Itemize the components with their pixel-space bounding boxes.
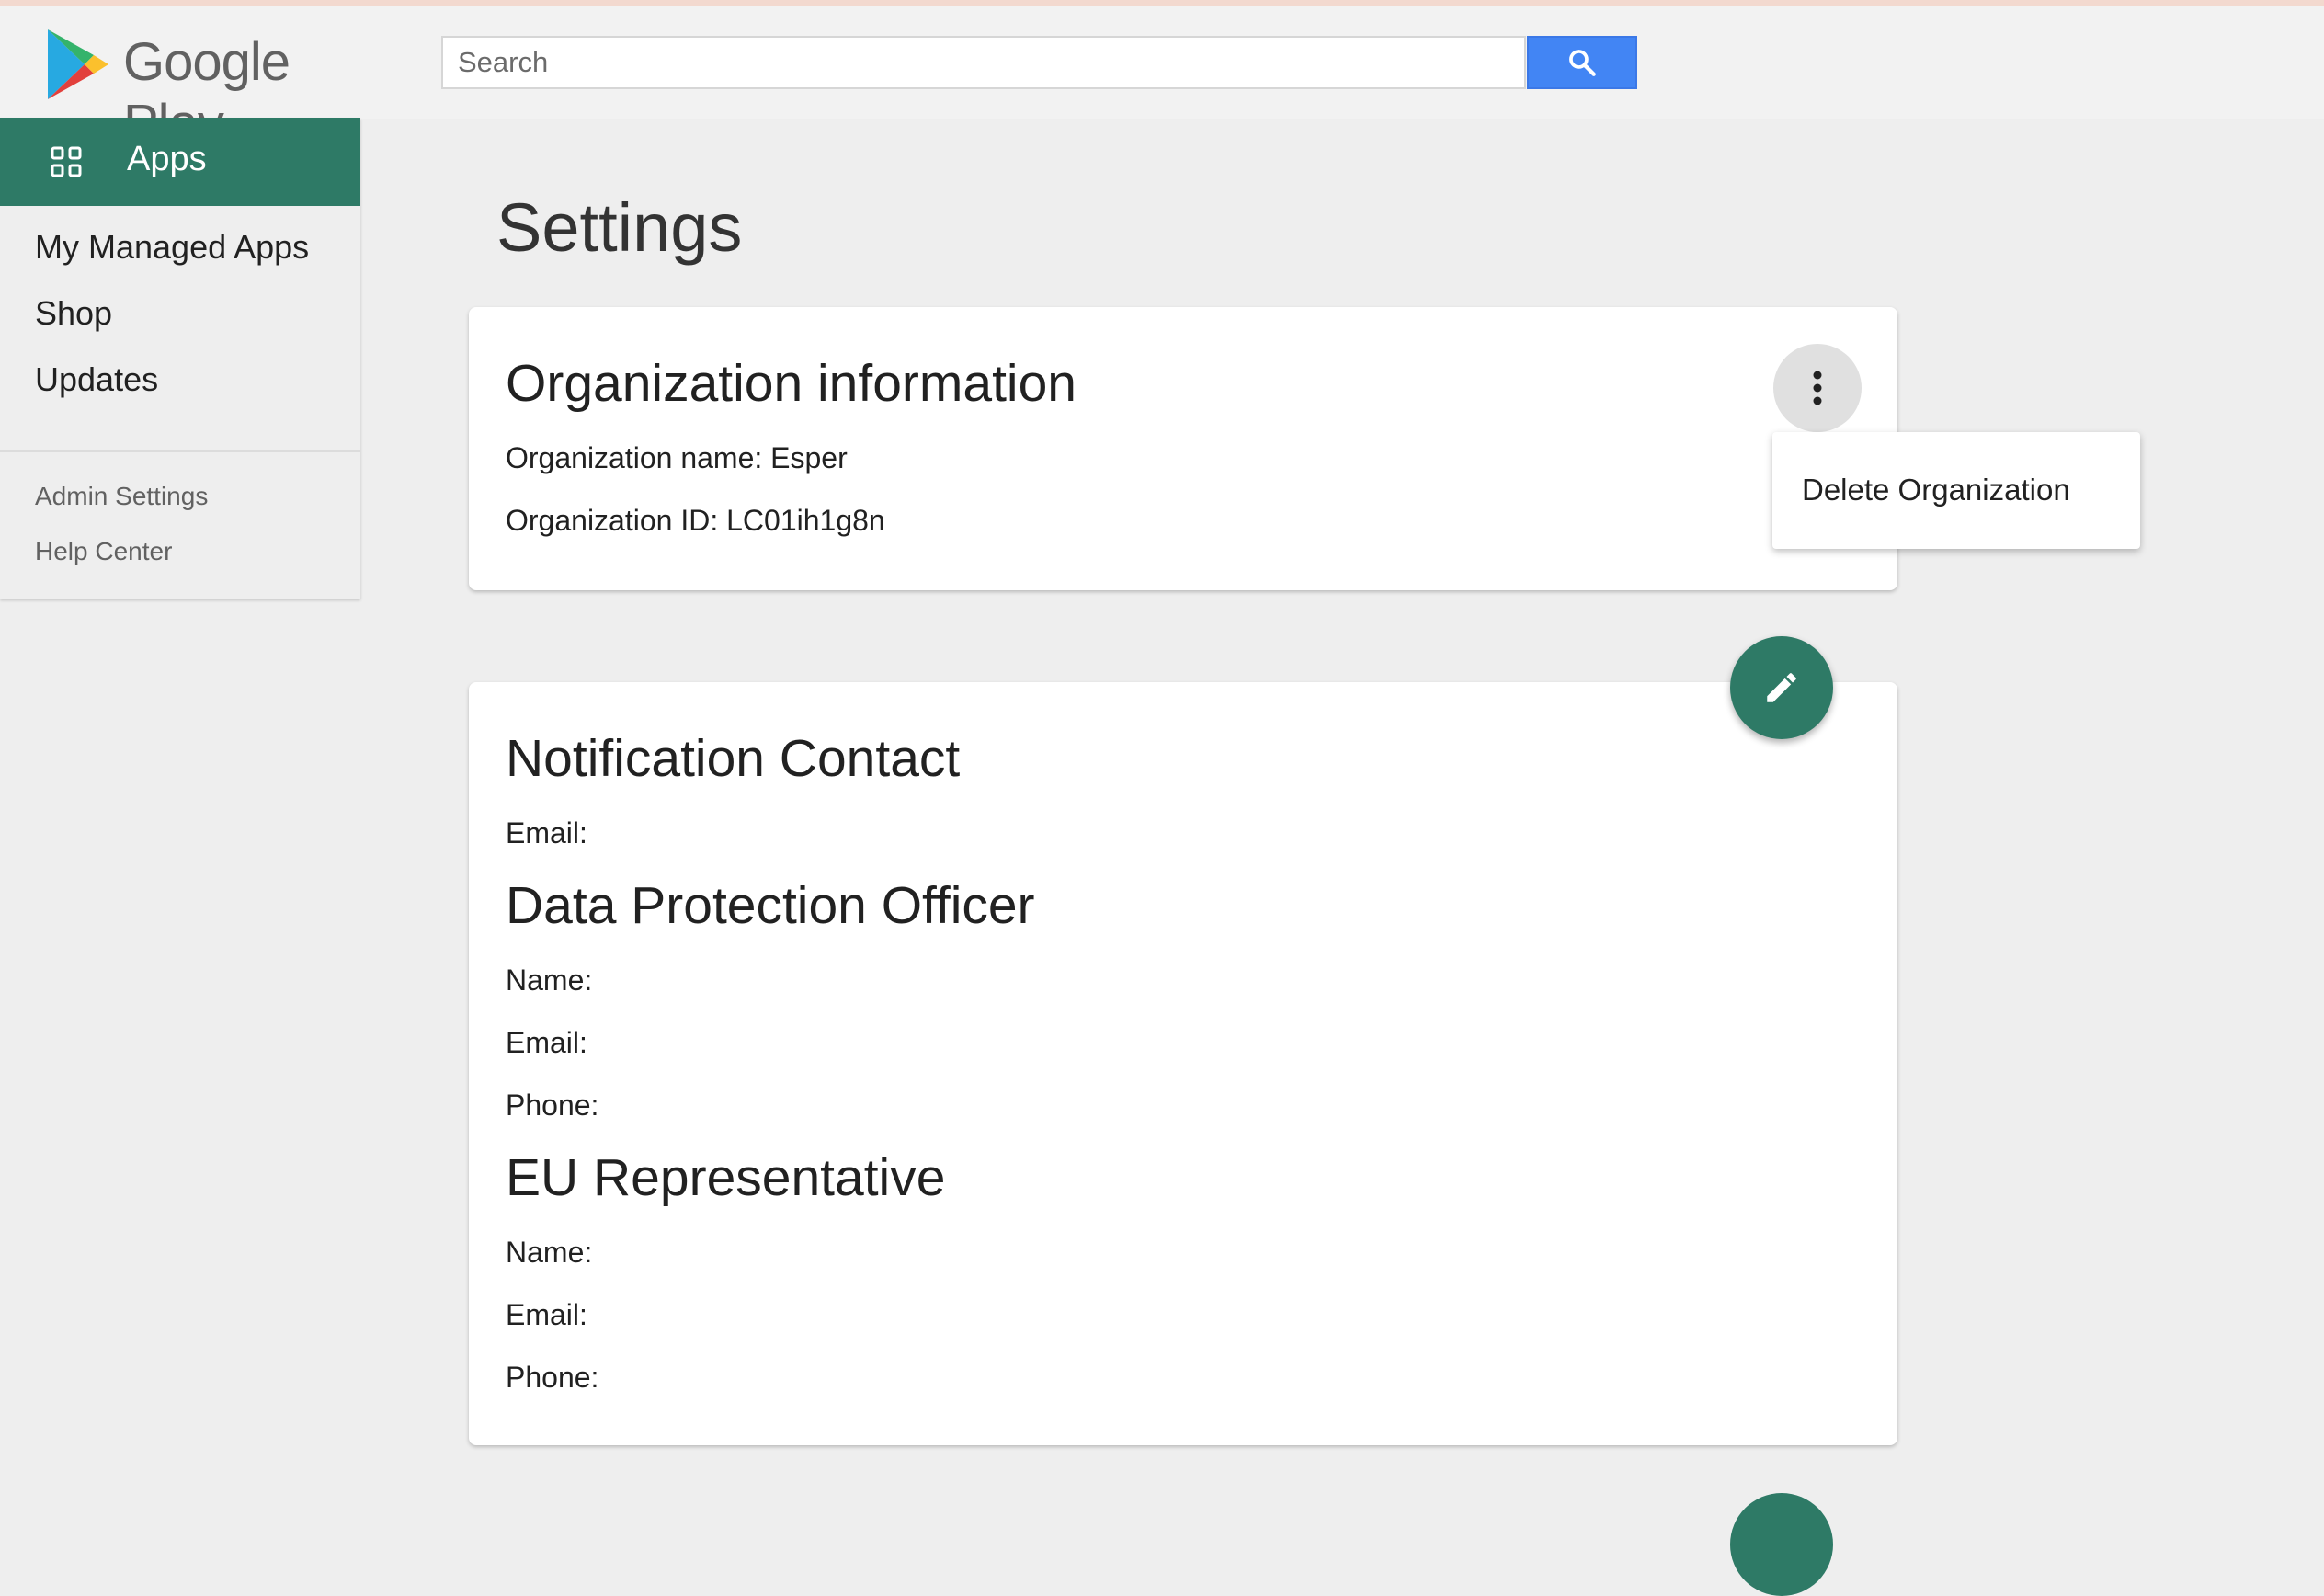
dpo-name: Name:: [506, 963, 593, 997]
dpo-title: Data Protection Officer: [506, 876, 1035, 935]
google-play-logo[interactable]: Google Play: [46, 28, 395, 154]
sidebar-divider: [0, 450, 360, 452]
sidebar-item-my-managed-apps[interactable]: My Managed Apps: [35, 228, 309, 267]
sidebar-apps-label: Apps: [127, 140, 207, 178]
search-icon: [1569, 50, 1596, 76]
edit-contacts-button[interactable]: [1730, 636, 1833, 739]
sidebar-item-help-center[interactable]: Help Center: [35, 537, 172, 566]
eu-representative-title: EU Representative: [506, 1148, 946, 1207]
sidebar-item-shop[interactable]: Shop: [35, 294, 112, 333]
notification-email: Email:: [506, 816, 587, 849]
search-button[interactable]: [1527, 36, 1637, 89]
organization-info-title: Organization information: [506, 354, 1077, 413]
organization-info-card: Organization information Organization na…: [469, 307, 1897, 590]
delete-organization-menu-item[interactable]: Delete Organization: [1802, 473, 2070, 507]
eu-phone: Phone:: [506, 1361, 599, 1394]
sidebar-item-updates[interactable]: Updates: [35, 360, 158, 399]
top-header: Google Play: [0, 6, 2324, 154]
pencil-icon: [1767, 673, 1796, 702]
play-logo-icon: [48, 29, 108, 99]
dpo-phone: Phone:: [506, 1089, 599, 1122]
contacts-card: Notification Contact Email: Data Protect…: [469, 682, 1897, 1445]
sidebar: Apps My Managed Apps Shop Updates Admin …: [0, 118, 360, 598]
more-options-button[interactable]: [1773, 344, 1862, 432]
partial-fab-button[interactable]: [1730, 1493, 1833, 1596]
search-input[interactable]: [441, 36, 1526, 89]
dpo-email: Email:: [506, 1026, 587, 1059]
apps-grid-icon: [51, 146, 82, 177]
options-menu: Delete Organization: [1772, 432, 2140, 549]
notification-contact-title: Notification Contact: [506, 729, 961, 788]
more-vert-icon: [1813, 370, 1822, 405]
sidebar-item-apps[interactable]: Apps: [0, 118, 360, 206]
page-title: Settings: [496, 189, 743, 266]
eu-email: Email:: [506, 1298, 587, 1331]
organization-id: Organization ID: LC01ih1g8n: [506, 504, 885, 537]
sidebar-item-admin-settings[interactable]: Admin Settings: [35, 482, 208, 511]
organization-name: Organization name: Esper: [506, 441, 848, 474]
eu-name: Name:: [506, 1236, 593, 1269]
